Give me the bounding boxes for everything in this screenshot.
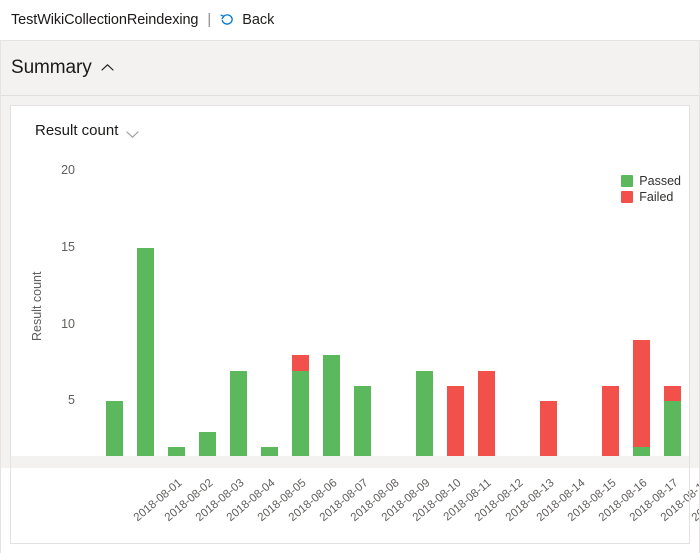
y-axis-tick-label: 20 (61, 163, 75, 178)
summary-header: Summary (0, 40, 700, 96)
card-border-left (10, 456, 11, 544)
chevron-up-icon (100, 59, 114, 71)
top-bar: TestWikiCollectionReindexing | Back (0, 0, 700, 40)
undo-arrow-icon (219, 12, 235, 28)
y-axis-tick-label: 10 (61, 316, 75, 331)
bar-segment-passed[interactable] (137, 248, 154, 478)
title-separator: | (207, 11, 212, 28)
bar-segment-failed[interactable] (292, 355, 309, 371)
card-border-right (689, 456, 690, 544)
y-axis-tick-label: 15 (61, 240, 75, 255)
back-label: Back (242, 11, 275, 28)
bar-segment-failed[interactable] (664, 386, 681, 402)
bar-segment-failed[interactable] (633, 340, 650, 448)
card-border-bottom (10, 543, 690, 544)
summary-collapse-toggle[interactable]: Summary (11, 57, 114, 79)
window-border-left (0, 41, 1, 553)
summary-title: Summary (11, 57, 92, 78)
back-button[interactable]: Back (219, 12, 274, 28)
stacked-bar[interactable] (137, 248, 154, 478)
x-axis-labels-area: 2018-08-01 2018-08-02 2018-08-03 2018-08-04… (0, 468, 700, 553)
page-title: TestWikiCollectionReindexing (11, 11, 199, 28)
y-axis-tick-label: 5 (68, 393, 75, 408)
